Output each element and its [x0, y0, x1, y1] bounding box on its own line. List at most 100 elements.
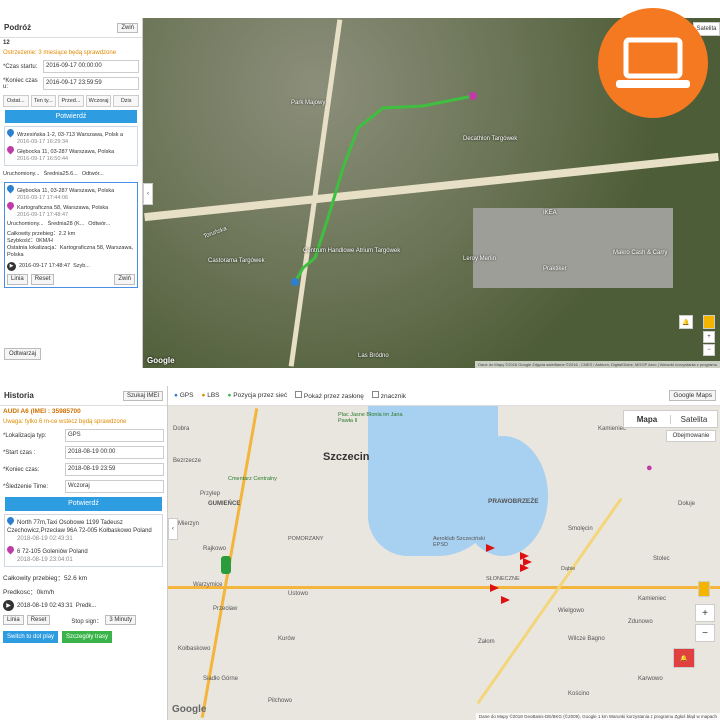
end-pin-icon	[5, 200, 16, 211]
confirm-button[interactable]: Potwierdź	[5, 110, 137, 123]
stop-flag-icon[interactable]	[486, 544, 495, 552]
play-trip-button[interactable]: Odtwór...	[88, 221, 110, 228]
alert-icon[interactable]: 🔔	[673, 648, 695, 668]
start-pin-icon	[5, 127, 16, 138]
trip-status: Uruchomiony...	[3, 171, 40, 177]
zoom-out-button[interactable]: −	[695, 624, 715, 642]
device-id: 12	[3, 40, 10, 46]
trip-speed: Średnia28 (K...	[47, 221, 85, 227]
legend-lbs[interactable]: ● LBS	[201, 392, 219, 399]
end-pin-icon	[5, 144, 16, 155]
map-label: Park Majowy	[291, 100, 326, 106]
end-time-input[interactable]: 2018-08-19 23:59	[65, 463, 164, 476]
zoom-in-button[interactable]: +	[695, 604, 715, 622]
map-place: Plac Jasne Błonia im Jana Pawła II	[338, 412, 403, 424]
map-label: Praktiker	[543, 266, 567, 272]
map-label: Decathlon Targówek	[463, 136, 518, 142]
end-time-input[interactable]: 2016-09-17 23:59:59	[43, 77, 139, 90]
trip-card[interactable]: Wrzesińska 1-2, 03-713 Warszawa, Polsk a…	[4, 126, 138, 166]
map-place: Kościno	[568, 691, 590, 697]
map-place: Pilchowo	[268, 698, 293, 704]
tracking-time-select[interactable]: Wczoraj	[65, 480, 164, 493]
stop-flag-icon[interactable]	[490, 584, 499, 592]
quick-range-button[interactable]: Ten ty...	[30, 95, 57, 107]
map-place: Dąbie	[561, 566, 576, 572]
trip-from: Wrzesińska 1-2, 03-713 Warszawa, Polsk a	[17, 132, 124, 138]
map-place: Aeroklub Szczeciński EPSD	[433, 536, 485, 548]
road-map[interactable]: Szczecin Plac Jasne Błonia im Jana Pawła…	[168, 406, 720, 720]
quick-range-button[interactable]: Ostat...	[3, 95, 29, 107]
trip-card-selected[interactable]: Głębocka 11, 03-287 Warszawa, Polska 201…	[4, 182, 138, 288]
map-place: Zdunowo	[628, 619, 653, 625]
map-tab[interactable]: Mapa	[624, 415, 670, 424]
map-provider-select[interactable]: Google Maps	[669, 390, 716, 401]
history-panel: Historia Szukaj IMEI AUDI A6 (IMEI : 359…	[0, 386, 168, 720]
expand-panel-icon[interactable]: ‹	[143, 183, 153, 205]
line-button[interactable]: Linia	[3, 615, 24, 625]
map-label: IKEA	[543, 210, 557, 216]
quick-range-button[interactable]: Wczoraj	[85, 95, 112, 107]
map-place: PRAWOBRZEŻE	[488, 498, 539, 505]
stop-flag-icon[interactable]	[501, 596, 510, 604]
highway	[168, 586, 720, 589]
trip-speed: Średnia25.6...	[43, 171, 78, 177]
stop-flag-icon[interactable]	[520, 564, 529, 572]
map-label: Las Bródno	[358, 353, 389, 359]
search-imei-button[interactable]: Szukaj IMEI	[122, 390, 163, 401]
map-type-toggle: Mapa Satelita	[623, 410, 718, 428]
legend-cover[interactable]: Pokaż przez zasłonę	[295, 391, 364, 400]
quick-range-button[interactable]: Przed...	[58, 95, 84, 107]
alert-icon[interactable]: 🔔	[679, 315, 693, 329]
street-view-icon[interactable]	[703, 315, 715, 329]
start-time-input[interactable]: 2018-08-19 00:00	[65, 446, 164, 459]
reset-button[interactable]: Reset	[30, 274, 55, 285]
play-icon[interactable]: ▶	[3, 600, 14, 611]
street-view-icon[interactable]	[698, 581, 710, 597]
legend-gps[interactable]: ● GPS	[174, 392, 193, 399]
start-pin-icon	[5, 515, 16, 526]
map-place: Ustowo	[288, 591, 309, 597]
quick-range-button[interactable]: Dzis	[113, 95, 139, 107]
zoom-out-button[interactable]: −	[703, 344, 715, 356]
end-pin-icon[interactable]: ●	[646, 462, 653, 474]
checkbox-icon[interactable]	[295, 391, 303, 398]
map-place: Dobra	[173, 426, 190, 432]
map-place: Wielgowo	[558, 608, 585, 614]
legend-label: Pozycja przez sieć	[233, 392, 288, 399]
collapse-card-button[interactable]: Zwiń	[114, 274, 135, 285]
quick-range-buttons: Ostat... Ten ty... Przed... Wczoraj Dzis	[3, 95, 139, 107]
trip-card[interactable]: North 77m,Taxi Osobowe 1199 Tadeusz Czec…	[4, 514, 163, 567]
stop-sign-select[interactable]: 3 Minuty	[105, 615, 137, 625]
loc-type-select[interactable]: GPS	[65, 429, 164, 442]
trip-to-time: 2016-09-17 17:48:47	[17, 212, 69, 218]
reset-button[interactable]: Reset	[26, 615, 51, 625]
checkbox-icon[interactable]	[371, 391, 379, 398]
terrain-toggle[interactable]: Obejmowanie	[666, 430, 716, 442]
satellite-tab[interactable]: Satelita	[670, 414, 717, 424]
legend-network[interactable]: ● Pozycja przez sieć	[228, 392, 288, 399]
start-time-input[interactable]: 2016-09-17 00:00:00	[43, 60, 139, 73]
legend-marker[interactable]: znacznik	[371, 391, 406, 400]
route-details-button[interactable]: Szczegóły trasy	[62, 631, 113, 643]
play-icon[interactable]: ▶	[7, 262, 16, 271]
map-label: Castorama Targówek	[208, 258, 265, 264]
map-label: Leroy Merlin	[463, 256, 497, 262]
playback-button[interactable]: Odtwarzaj	[4, 348, 42, 360]
trip-to: Kartograficzna 58, Warszawa, Polska	[17, 205, 109, 211]
playback-time: 2018-08-19 02:43:31	[17, 602, 73, 609]
start-label: *Czas startu:	[3, 63, 38, 70]
playback-speed[interactable]: Szyb...	[73, 263, 90, 270]
zoom-in-button[interactable]: +	[703, 331, 715, 343]
collapse-panel-icon[interactable]: ‹	[168, 518, 178, 540]
trip-to: 6 72-105 Goleniów Poland	[17, 549, 88, 555]
tracking-time-label: *Śledzenie Time:	[3, 483, 49, 490]
play-trip-button[interactable]: Odtwór...	[82, 171, 104, 177]
map-place: Bezrzecze	[173, 458, 202, 464]
vehicle-icon[interactable]	[221, 556, 231, 574]
confirm-button[interactable]: Potwierdź	[5, 497, 162, 511]
dot-play-button[interactable]: Switch to dot play	[3, 631, 59, 643]
playback-speed[interactable]: Predk...	[76, 603, 97, 609]
collapse-button[interactable]: Zwiń	[117, 22, 138, 33]
line-button[interactable]: Linia	[7, 274, 28, 285]
google-logo: Google	[172, 704, 207, 715]
